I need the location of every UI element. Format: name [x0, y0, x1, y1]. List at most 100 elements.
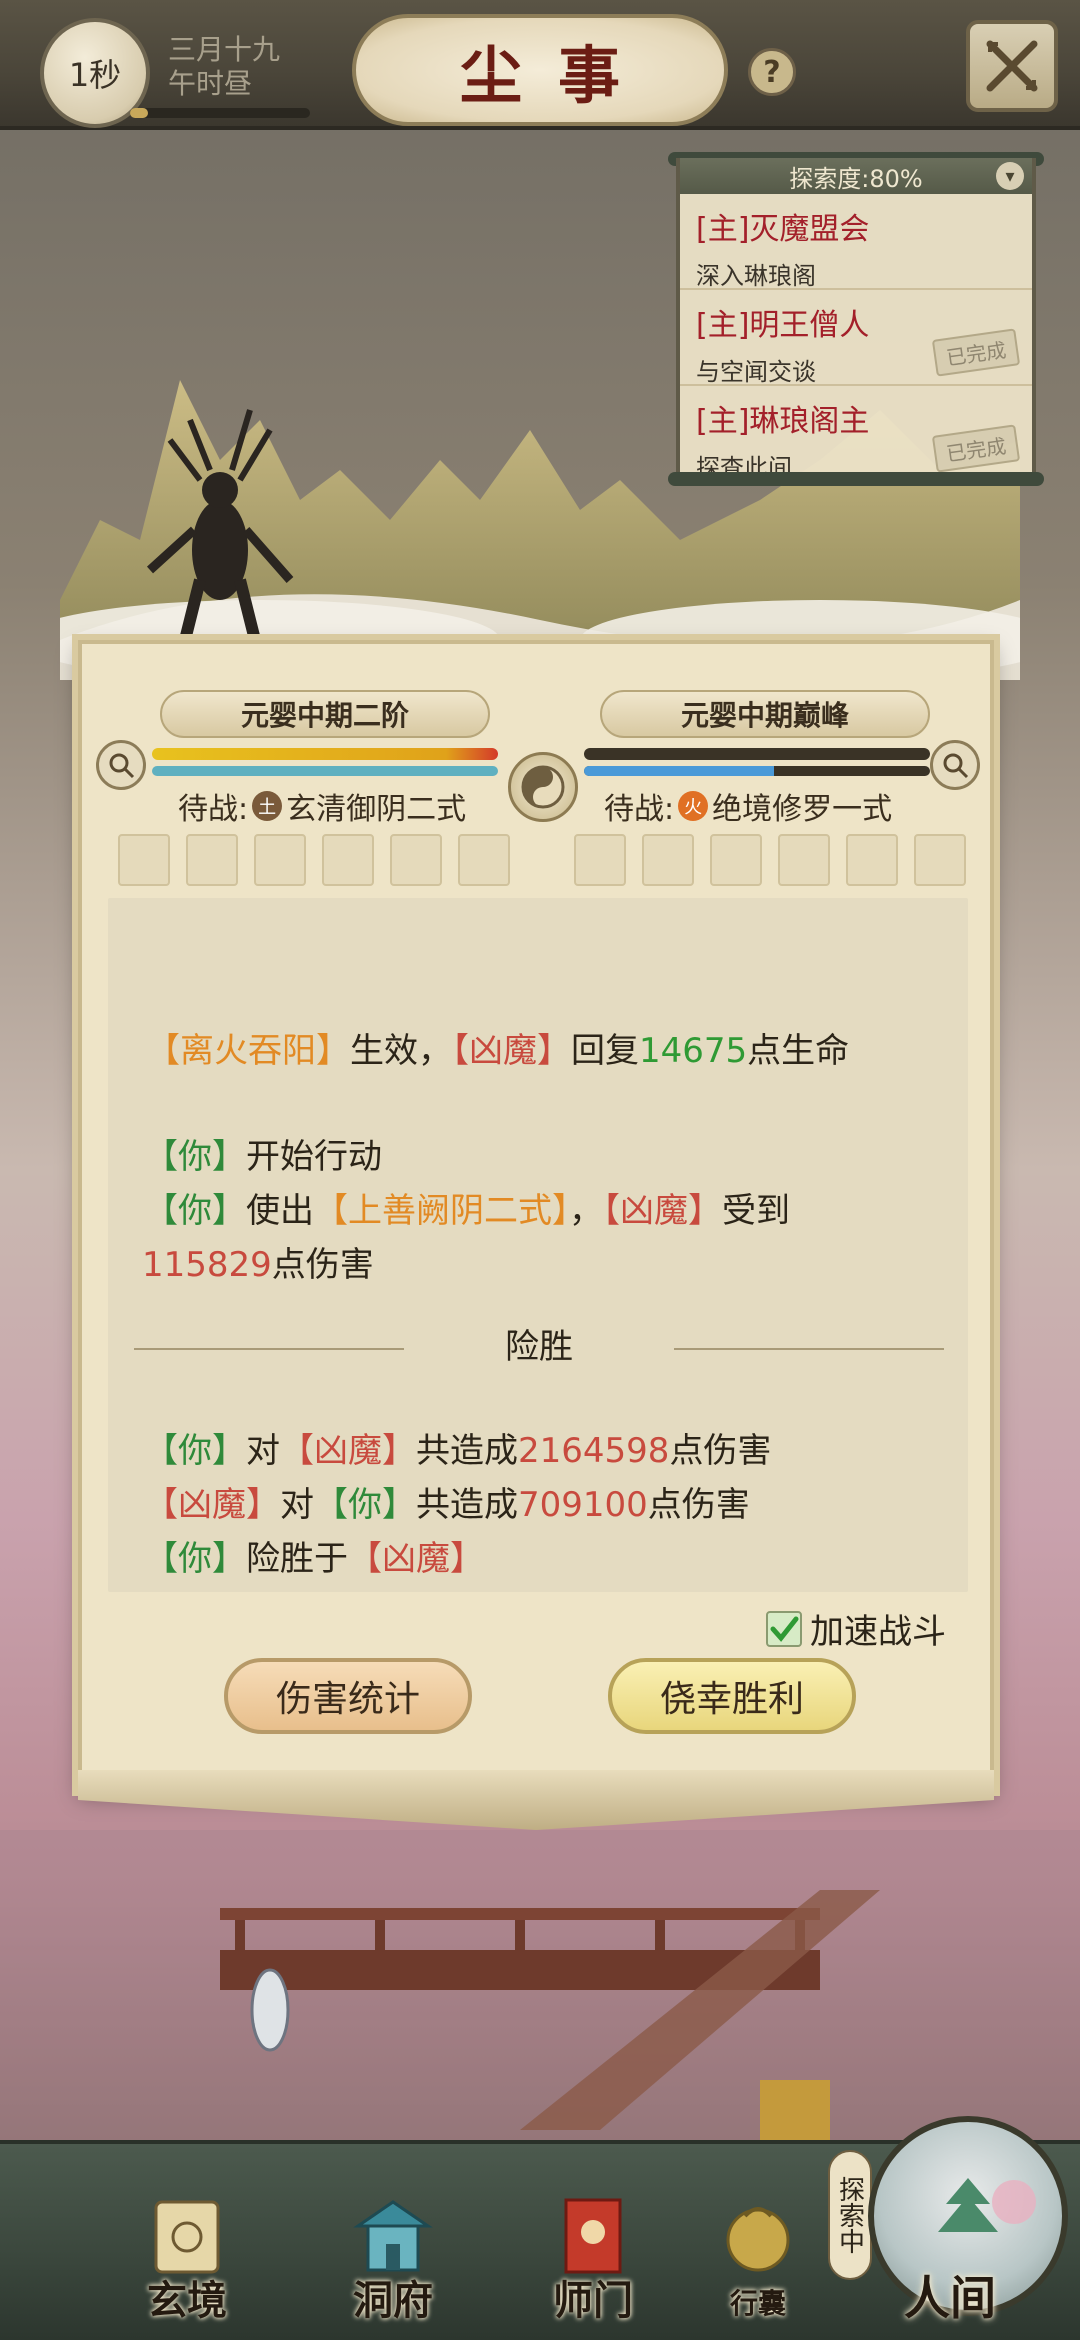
log-line: 【你】险胜于【凶魔】 — [144, 1532, 484, 1586]
close-icon — [986, 40, 1038, 92]
log-text: 对 — [246, 1431, 280, 1471]
log-line: 【你】使出【上善阙阴二式】，【凶魔】受到 — [144, 1184, 790, 1238]
buff-slot — [458, 834, 510, 886]
fire-element-icon: 火 — [678, 791, 709, 821]
player-hp-bar — [152, 748, 498, 760]
buff-slot — [118, 834, 170, 886]
player-buff-slots — [118, 834, 510, 886]
pouch-icon — [726, 2207, 790, 2272]
player-pending-skill: 待战: 土 玄清御阴二式 — [178, 784, 466, 828]
buff-slot — [574, 834, 626, 886]
log-player: 【你】 — [314, 1485, 416, 1525]
buff-slot — [846, 834, 898, 886]
buff-slot — [322, 834, 374, 886]
log-text: 共造成 — [416, 1485, 518, 1525]
wait-prefix: 待战: — [604, 792, 675, 827]
explore-progress: 探索度:80% — [789, 164, 923, 193]
log-enemy: 【凶魔】 — [603, 1191, 722, 1231]
log-line: 【凶魔】对【你】共造成709100点伤害 — [144, 1478, 750, 1532]
quest-item[interactable]: [主]琳琅阁主 探查此间... 已完成 — [680, 386, 1032, 478]
buff-slot — [254, 834, 306, 886]
buff-slot — [778, 834, 830, 886]
log-player: 【你】 — [144, 1191, 246, 1231]
log-text: 生效， — [350, 1031, 452, 1071]
log-player: 【你】 — [144, 1539, 246, 1579]
nav-label: 玄境 — [147, 2278, 227, 2324]
log-text: 开始行动 — [246, 1137, 382, 1177]
chevron-down-icon[interactable]: ▾ — [996, 162, 1024, 190]
log-text: ， — [569, 1191, 603, 1231]
log-enemy: 【凶魔】 — [280, 1431, 416, 1471]
log-text: 点伤害 — [647, 1485, 750, 1525]
buff-slot — [914, 834, 966, 886]
player-skill-name: 玄清御阴二式 — [286, 792, 467, 827]
log-text: 险胜于 — [246, 1539, 348, 1579]
battle-panel-edge — [78, 1770, 994, 1830]
log-enemy: 【凶魔】 — [348, 1539, 484, 1579]
wait-prefix: 待战: — [178, 792, 249, 827]
buff-slot — [390, 834, 442, 886]
timer-text: 1秒 — [68, 56, 122, 94]
player-scroll-icon[interactable] — [96, 740, 146, 790]
log-text: 点伤害 — [271, 1245, 374, 1285]
nav-label: 行囊 — [729, 2287, 786, 2320]
enemy-realm-name: 元婴中期巅峰 — [600, 690, 930, 738]
quest-header[interactable]: 探索度:80% ▾ — [680, 158, 1032, 194]
quest-desc: 深入琳琅阁 — [696, 262, 816, 290]
log-skill: 【上善阙阴二式】 — [314, 1191, 569, 1231]
log-line: 115829点伤害 — [142, 1238, 374, 1292]
log-text: 回复 — [571, 1031, 639, 1071]
log-player: 【你】 — [144, 1137, 246, 1177]
enemy-hp-bar — [584, 748, 930, 760]
nav-label: 师门 — [553, 2278, 633, 2324]
speed-checkbox[interactable] — [766, 1610, 802, 1647]
time-line: 午时昼 — [168, 67, 253, 100]
log-text: 共造成 — [416, 1431, 518, 1471]
damage-stats-button[interactable]: 伤害统计 — [224, 1658, 472, 1734]
exploring-tag: 探索中 — [828, 2150, 872, 2280]
log-text: 对 — [280, 1485, 314, 1525]
nav-xingnang[interactable]: 行囊 — [698, 2192, 818, 2340]
nav-shimen[interactable]: 师门 — [518, 2192, 668, 2340]
enemy-scroll-icon[interactable] — [930, 740, 980, 790]
log-line: 【你】开始行动 — [144, 1130, 382, 1184]
earth-element-icon: 土 — [252, 791, 283, 821]
log-enemy: 【凶魔】 — [144, 1485, 280, 1525]
result-divider: 险胜 — [134, 1327, 944, 1368]
log-player: 【你】 — [144, 1431, 246, 1471]
human-world-label: 人间 — [904, 2271, 996, 2325]
quest-scroll-rod-bottom — [668, 472, 1044, 486]
battle-log[interactable]: 【离火吞阳】生效，【凶魔】回复14675点生命 【你】开始行动 【你】使出【上善… — [108, 898, 968, 1592]
log-line: 【离火吞阳】生效，【凶魔】回复14675点生命 — [146, 1024, 849, 1078]
enemy-skill-name: 绝境修罗一式 — [712, 792, 893, 827]
quest-item[interactable]: [主]灭魔盟会 深入琳琅阁 — [680, 194, 1032, 290]
log-skill: 【离火吞阳】 — [146, 1031, 350, 1071]
buff-slot — [186, 834, 238, 886]
nav-dongfu[interactable]: 洞府 — [318, 2192, 468, 2340]
close-button[interactable] — [966, 20, 1058, 112]
page-title-plaque: 尘事 — [352, 14, 728, 126]
courtyard-scene — [0, 1830, 1080, 2140]
result-label: 险胜 — [505, 1327, 573, 1367]
log-number: 115829 — [142, 1245, 272, 1285]
quest-title: [主]灭魔盟会 — [696, 212, 870, 247]
enemy-mp-bar — [584, 766, 930, 776]
nav-label: 洞府 — [353, 2278, 433, 2324]
speed-battle-toggle[interactable]: 加速战斗 — [766, 1604, 946, 1653]
player-mp-bar — [152, 766, 498, 776]
log-text: 使出 — [246, 1191, 314, 1231]
log-number: 709100 — [518, 1485, 648, 1525]
quest-item[interactable]: [主]明王僧人 与空闻交谈 已完成 — [680, 290, 1032, 386]
narrow-victory-button[interactable]: 侥幸胜利 — [608, 1658, 856, 1734]
log-enemy: 【凶魔】 — [452, 1031, 571, 1071]
buff-slot — [710, 834, 762, 886]
enemy-buff-slots — [574, 834, 966, 886]
speed-label: 加速战斗 — [810, 1612, 946, 1652]
buff-slot — [642, 834, 694, 886]
log-text: 点生命 — [747, 1031, 850, 1071]
player-realm-name: 元婴中期二阶 — [160, 690, 490, 738]
yin-yang-emblem-icon — [508, 752, 578, 822]
nav-xuanjing[interactable]: 玄境 — [112, 2192, 262, 2340]
log-number: 14675 — [639, 1031, 748, 1071]
help-icon[interactable]: ? — [748, 48, 796, 96]
